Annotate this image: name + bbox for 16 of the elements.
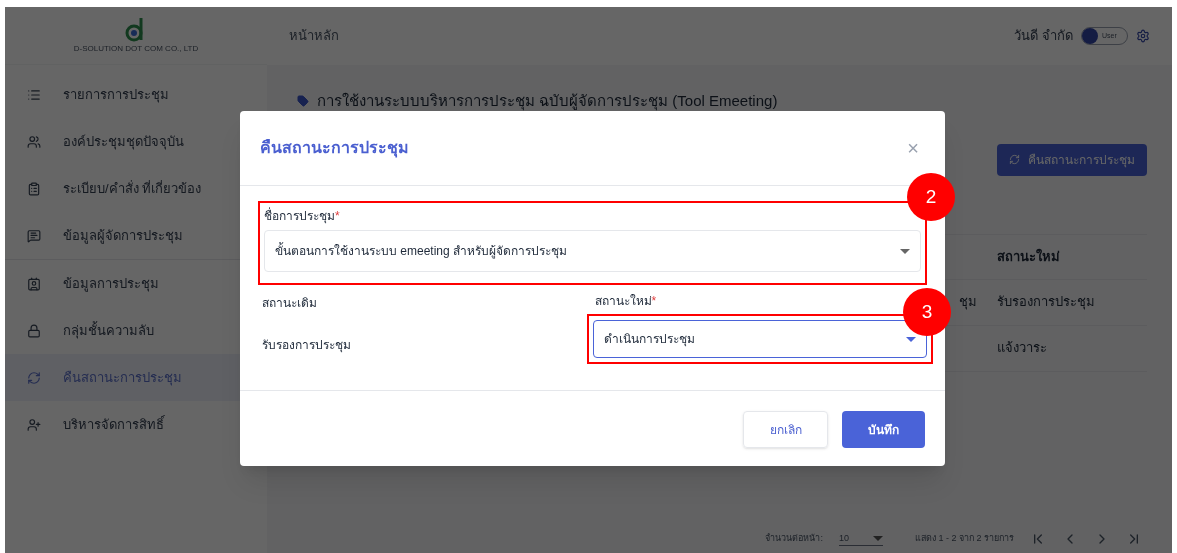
field-label: สถานะเดิม xyxy=(262,295,318,312)
step-number-badge: 2 xyxy=(907,173,955,221)
column-header: สถานะใหม่ xyxy=(997,247,1060,266)
table-cell: ชุม xyxy=(959,294,977,310)
company-name: D-SOLUTION DOT COM CO., LTD xyxy=(73,43,199,55)
page-title: การใช้งานระบบบริหารการประชุม ฉบับผู้จัดการประชุม (Tool Emeeting) xyxy=(317,91,778,113)
dialog-title: คืนสถานะการประชุม xyxy=(260,138,409,160)
field-label: ชื่อการประชุม* xyxy=(264,209,340,223)
user-name: วันดี จำกัด xyxy=(1014,27,1073,46)
page-range: แสดง 1 - 2 จาก 2 รายการ xyxy=(914,532,1014,546)
table-cell-text: รับรองการประชุม xyxy=(997,293,1095,312)
old-status-value: รับรองการประชุม xyxy=(262,337,352,354)
step-number-badge: 3 xyxy=(903,288,951,336)
field-label: สถานะใหม่* xyxy=(594,293,658,310)
table-cell-text: แจ้งวาระ xyxy=(997,339,1047,358)
per-page-label: จำนวนต่อหน้า: xyxy=(765,532,823,546)
